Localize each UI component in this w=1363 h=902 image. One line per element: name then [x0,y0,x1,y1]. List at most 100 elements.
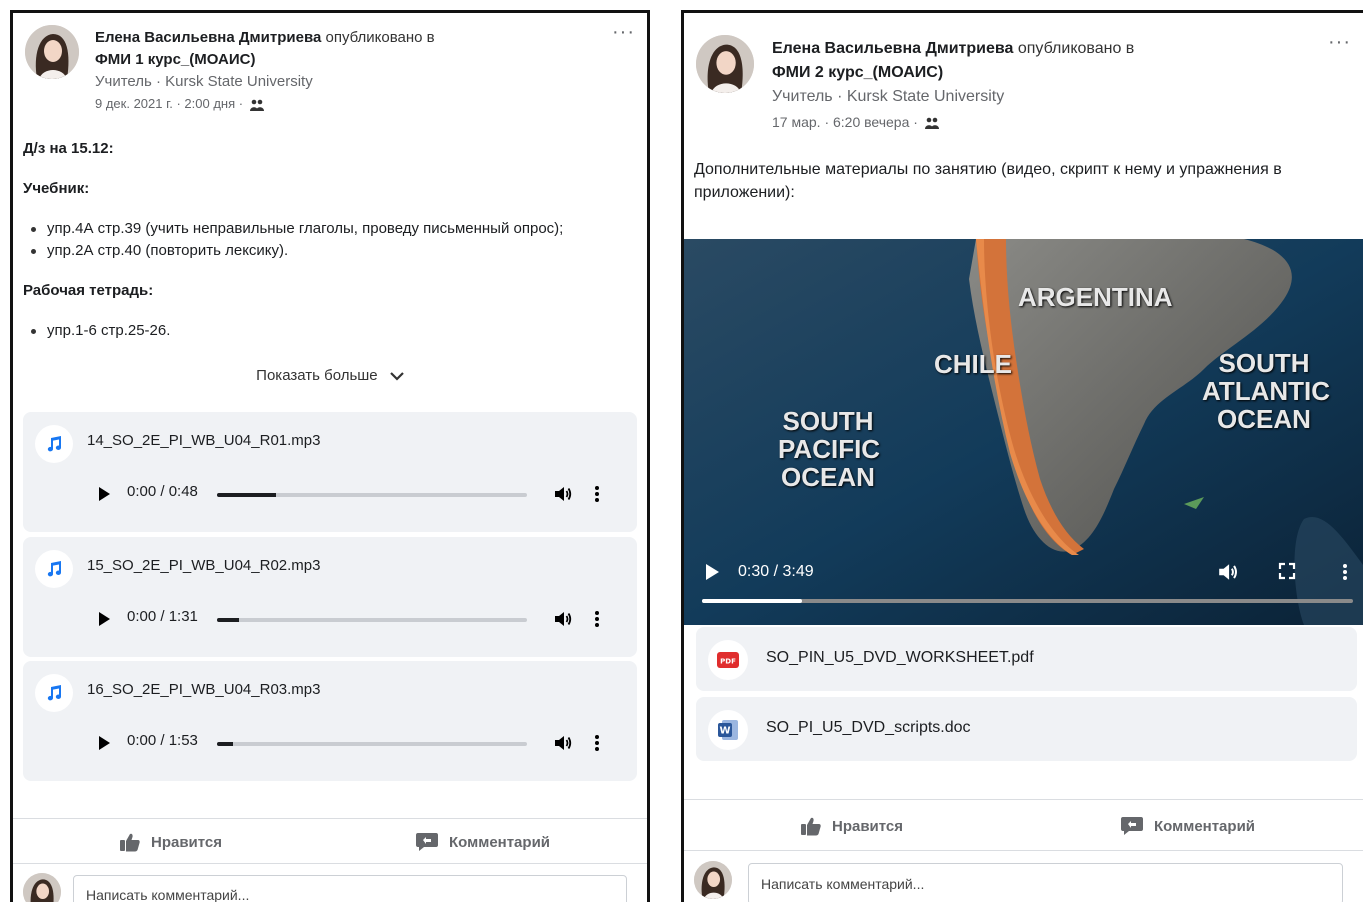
comment-icon [1121,817,1143,835]
audio-time: 0:00 / 1:53 [127,732,198,749]
comment-composer [694,861,1343,902]
comment-icon [416,833,438,851]
audio-player: 0:00 / 1:53 [97,731,611,755]
comment-button[interactable]: Комментарий [1120,800,1255,852]
video-progress-slider[interactable] [702,599,1353,603]
audio-progress-slider[interactable] [217,742,527,746]
video-time: 0:30 / 3:49 [738,563,814,580]
show-more-label: Показать больше [256,367,378,384]
pdf-file-icon: PDF [708,640,748,680]
author-name[interactable]: Елена Васильевна Дмитриева [95,29,321,46]
audio-file-name[interactable]: 14_SO_2E_PI_WB_U04_R01.mp3 [87,432,320,449]
comment-input[interactable] [748,863,1343,902]
workbook-list: упр.1-6 стр.25-26. [23,320,633,342]
audio-player: 0:00 / 1:31 [97,607,611,631]
music-note-icon [35,425,73,463]
audio-progress-slider[interactable] [217,493,527,497]
author-avatar[interactable] [696,35,754,93]
video-controls: 0:30 / 3:49 [684,545,1363,625]
comment-label: Комментарий [449,833,551,851]
video-player[interactable]: ARGENTINA CHILE SOUTH PACIFIC OCEAN SOUT… [684,239,1363,625]
kebab-menu-icon[interactable] [1341,561,1349,583]
workbook-heading: Рабочая тетрадь: [23,282,154,299]
comment-label: Комментарий [1154,817,1256,835]
like-button[interactable]: Нравится [800,800,903,852]
post-card-left: Елена Васильевна Дмитриева опубликовано … [10,10,650,902]
audio-attachment: 14_SO_2E_PI_WB_U04_R01.mp3 0:00 / 0:48 [23,412,637,532]
show-more-button[interactable]: Показать больше [13,367,647,384]
group-name[interactable]: ФМИ 1 курс_(МОАИС) [95,49,595,71]
volume-icon[interactable] [1217,561,1239,583]
kebab-menu-icon[interactable] [593,733,601,753]
like-button[interactable]: Нравится [119,819,222,865]
author-role: Учитель · Kursk State University [95,73,313,90]
music-note-icon [35,550,73,588]
post-card-right: Елена Васильевна Дмитриева опубликовано … [681,10,1363,902]
play-icon[interactable] [97,735,111,751]
user-avatar [23,873,61,902]
published-in-text: опубликовано в [325,29,435,46]
fullscreen-icon[interactable] [1277,561,1297,581]
comment-button[interactable]: Комментарий [415,819,550,865]
play-icon[interactable] [704,563,720,581]
author-name[interactable]: Елена Васильевна Дмитриева [772,40,1013,57]
volume-icon[interactable] [553,609,573,629]
group-audience-icon [249,99,264,111]
kebab-menu-icon[interactable] [593,609,601,629]
volume-icon[interactable] [553,484,573,504]
list-item: упр.1-6 стр.25-26. [31,320,633,342]
attachment-file-name: SO_PI_U5_DVD_scripts.doc [766,719,971,736]
ellipsis-icon[interactable]: ··· [1328,32,1351,52]
audio-file-name[interactable]: 16_SO_2E_PI_WB_U04_R03.mp3 [87,681,320,698]
map-label-argentina: ARGENTINA [1018,282,1173,312]
post-header: Елена Васильевна Дмитриева опубликовано … [696,32,1351,135]
user-avatar [694,861,732,899]
author-avatar[interactable] [25,25,79,79]
file-attachment[interactable]: PDF SO_PIN_U5_DVD_WORKSHEET.pdf [696,627,1357,691]
map-label-south-atlantic: SOUTH ATLANTIC OCEAN [1202,348,1331,434]
comment-composer [23,873,627,902]
audio-time: 0:00 / 0:48 [127,483,198,500]
volume-icon[interactable] [553,733,573,753]
audio-attachment: 15_SO_2E_PI_WB_U04_R02.mp3 0:00 / 1:31 [23,537,637,657]
thumbs-up-icon [801,817,821,836]
attachment-file-name: SO_PIN_U5_DVD_WORKSHEET.pdf [766,649,1034,666]
ellipsis-icon[interactable]: ··· [612,22,635,42]
post-header: Елена Васильевна Дмитриева опубликовано … [25,22,635,125]
list-item: упр.2А стр.40 (повторить лексику). [31,240,633,262]
audio-attachment: 16_SO_2E_PI_WB_U04_R03.mp3 0:00 / 1:53 [23,661,637,781]
audio-time: 0:00 / 1:31 [127,608,198,625]
post-text: Дополнительные материалы по занятию (вид… [694,161,1282,201]
file-attachment[interactable]: W SO_PI_U5_DVD_scripts.doc [696,697,1357,761]
audio-player: 0:00 / 0:48 [97,482,611,506]
thumbs-up-icon [120,833,140,852]
kebab-menu-icon[interactable] [593,484,601,504]
author-role: Учитель · Kursk State University [772,88,1005,105]
like-label: Нравится [832,817,904,835]
post-actions-bar: Нравится Комментарий [13,818,647,864]
map-label-south-pacific: SOUTH PACIFIC OCEAN [778,406,881,492]
play-icon[interactable] [97,611,111,627]
like-label: Нравится [151,833,223,851]
post-body: Д/з на 15.12: Учебник: упр.4А стр.39 (уч… [23,138,633,342]
comment-input[interactable] [73,875,627,902]
svg-text:W: W [719,726,730,737]
post-date[interactable]: 17 мар. · 6:20 вечера · [772,114,918,130]
post-date[interactable]: 9 дек. 2021 г. · 2:00 дня · [95,96,243,111]
homework-heading: Д/з на 15.12: [23,140,114,157]
post-actions-bar: Нравится Комментарий [684,799,1363,851]
group-name[interactable]: ФМИ 2 курс_(МОАИС) [772,61,1311,85]
chevron-down-icon [390,372,404,381]
word-file-icon: W [708,710,748,750]
svg-text:PDF: PDF [720,658,736,666]
map-label-chile: CHILE [934,349,1012,379]
list-item: упр.4А стр.39 (учить неправильные глагол… [31,218,633,240]
audio-file-name[interactable]: 15_SO_2E_PI_WB_U04_R02.mp3 [87,557,320,574]
textbook-list: упр.4А стр.39 (учить неправильные глагол… [23,218,633,262]
play-icon[interactable] [97,486,111,502]
textbook-heading: Учебник: [23,180,90,197]
group-audience-icon [924,117,939,130]
published-in-text: опубликовано в [1017,40,1135,57]
audio-progress-slider[interactable] [217,618,527,622]
music-note-icon [35,674,73,712]
